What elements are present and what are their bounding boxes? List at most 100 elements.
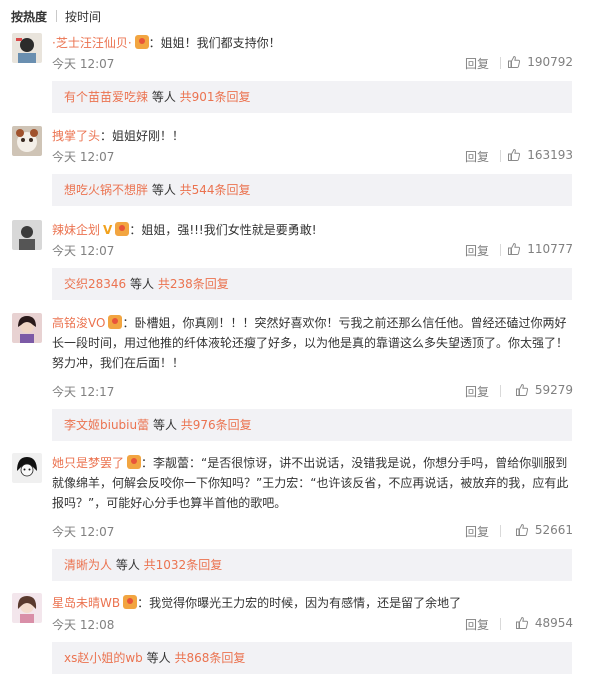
comment-time: 今天 12:07 [52,525,115,539]
vip-badge-icon [108,315,123,329]
reply-user[interactable]: 李文姬biubiu蕾 [64,418,149,432]
tab-time[interactable]: 按时间 [65,8,101,25]
comment-meta: 今天 12:07 回复 110777 [52,242,573,258]
comment-text: 她只是梦罢了 ：李靓蕾：“是否很惊讶，讲不出说话，没错我是说，你想分手吗，曾给你驯… [52,453,579,513]
thumbs-up-icon [515,383,528,396]
username-link[interactable]: 她只是梦罢了 [52,456,124,470]
like-count: 190792 [527,55,573,69]
thumbs-up-icon [508,55,521,68]
meta-divider [500,150,501,162]
username-link[interactable]: 高铭浚VO [52,316,105,330]
meta-divider [500,244,501,256]
vip-badge-icon [115,222,130,236]
comment-text: 高铭浚VO ：卧槽姐，你真刚！！！突然好喜欢你！亏我之前还那么信任他。曾经还磕过你… [52,313,579,373]
meta-divider [500,57,501,69]
meta-divider [500,618,501,630]
comment-content-line: 就像绵羊，何解会反咬你一下你知吗？”王力宏：“也许该反省，不应再说话，被放弃的我… [52,476,569,490]
reply-summary[interactable]: 有个苗苗爱吃辣 等人 共901条回复 [52,81,572,113]
reply-count[interactable]: 共544条回复 [180,183,251,197]
comment-content-line: 报吗？”，可能好心分手也算半首他的歌吧。 [52,496,287,510]
comment-content: ：我觉得你曝光王力宏的时候，因为有感情，还是留了余地了 [137,596,462,610]
reply-button[interactable]: 回复 [465,616,489,633]
comment-meta: 今天 12:17 回复 59279 [52,383,573,399]
reply-user[interactable]: 清晰为人 [64,558,112,572]
avatar[interactable] [12,126,42,156]
reply-count[interactable]: 共1032条回复 [144,558,223,572]
vip-badge-icon [123,595,138,609]
reply-middle: 等人 [142,651,175,665]
username-link[interactable]: 拽掌了头 [52,129,100,143]
reply-button[interactable]: 回复 [465,55,489,72]
reply-summary[interactable]: xs赵小姐的wb 等人 共868条回复 [52,642,572,674]
comment-text: ·芝士汪汪仙贝· ：姐姐！我们都支持你！ [52,33,579,53]
comment-meta: 今天 12:08 回复 48954 [52,616,573,632]
sort-tabs: 按热度 按时间 [11,7,101,25]
reply-button[interactable]: 回复 [465,523,489,540]
verified-v-icon: V [103,223,113,237]
comment-content: ：姐姐！我们都支持你！ [148,36,281,50]
meta-divider [500,525,501,537]
comment-content: ：卧槽姐，你真刚！！！突然好喜欢你！亏我之前还那么信任他。曾经还磕过你两好 [122,316,567,330]
comment-content: ：姐姐好刚！！ [100,129,185,143]
comment-time: 今天 12:07 [52,244,115,258]
like-count: 163193 [527,148,573,162]
comment-meta: 今天 12:07 回复 52661 [52,523,573,539]
like-button[interactable]: 190792 [507,55,573,69]
reply-user[interactable]: 交织28346 [64,277,126,291]
reply-middle: 等人 [148,90,180,104]
like-count: 48954 [534,616,573,630]
comment-time: 今天 12:17 [52,385,115,399]
like-button[interactable]: 59279 [515,383,573,397]
reply-user[interactable]: 想吃火锅不想胖 [64,183,148,197]
reply-summary[interactable]: 李文姬biubiu蕾 等人 共976条回复 [52,409,572,441]
reply-count[interactable]: 共238条回复 [158,277,229,291]
tab-hot[interactable]: 按热度 [11,8,47,25]
avatar[interactable] [12,313,42,343]
reply-middle: 等人 [126,277,158,291]
tab-divider [56,10,58,22]
username-link[interactable]: ·芝士汪汪仙贝· [52,36,132,50]
vip-badge-icon [127,455,142,469]
username-link[interactable]: 辣妹企划 [52,223,100,237]
reply-summary[interactable]: 清晰为人 等人 共1032条回复 [52,549,572,581]
comment-text: 拽掌了头：姐姐好刚！！ [52,126,579,146]
thumbs-up-icon [508,148,521,161]
comment-meta: 今天 12:07 回复 163193 [52,148,573,164]
avatar[interactable] [12,220,42,250]
reply-count[interactable]: 共901条回复 [180,90,251,104]
thumbs-up-icon [515,616,528,629]
reply-button[interactable]: 回复 [465,242,489,259]
comment-text: 星岛未晴WB ：我觉得你曝光王力宏的时候，因为有感情，还是留了余地了 [52,593,579,613]
reply-count[interactable]: 共976条回复 [181,418,252,432]
reply-middle: 等人 [112,558,144,572]
like-button[interactable]: 48954 [515,616,573,630]
comment-time: 今天 12:08 [52,618,115,632]
meta-divider [500,385,501,397]
like-button[interactable]: 110777 [507,242,573,256]
reply-summary[interactable]: 交织28346 等人 共238条回复 [52,268,572,300]
reply-user[interactable]: xs赵小姐的wb [64,651,143,665]
thumbs-up-icon [508,242,521,255]
like-count: 110777 [527,242,573,256]
reply-middle: 等人 [148,183,180,197]
comment-meta: 今天 12:07 回复 190792 [52,55,573,71]
reply-count[interactable]: 共868条回复 [174,651,245,665]
comment-time: 今天 12:07 [52,57,115,71]
vip-badge-icon [134,35,149,49]
reply-user[interactable]: 有个苗苗爱吃辣 [64,90,148,104]
comment-content-line: 努力冲，我们在后面！！ [52,356,185,370]
comment-content: ：李靓蕾：“是否很惊讶，讲不出说话，没错我是说，你想分手吗，曾给你驯服到 [141,456,568,470]
like-count: 59279 [534,383,573,397]
avatar[interactable] [12,33,42,63]
like-count: 52661 [534,523,573,537]
comment-text: 辣妹企划 V ：姐姐，强!!!我们女性就是要勇敢! [52,220,579,240]
reply-summary[interactable]: 想吃火锅不想胖 等人 共544条回复 [52,174,572,206]
like-button[interactable]: 52661 [515,523,573,537]
comment-time: 今天 12:07 [52,150,115,164]
avatar[interactable] [12,593,42,623]
reply-button[interactable]: 回复 [465,383,489,400]
reply-button[interactable]: 回复 [465,148,489,165]
like-button[interactable]: 163193 [507,148,573,162]
avatar[interactable] [12,453,42,483]
username-link[interactable]: 星岛未晴WB [52,596,120,610]
